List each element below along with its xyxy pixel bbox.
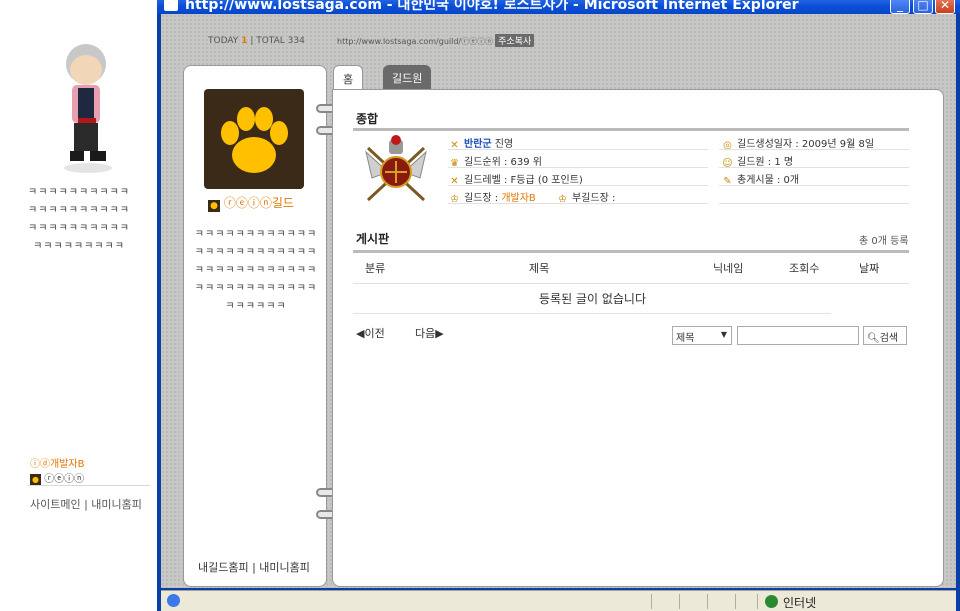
profile-text-line: ㅋㅋㅋㅋㅋㅋㅋㅋㅋㅋ (28, 187, 130, 198)
board-title: 게시판 (356, 232, 390, 246)
row-divider (719, 149, 909, 150)
ie-icon (164, 0, 178, 11)
today-label: TODAY (208, 36, 239, 46)
empty-message: 등록된 글이 없습니다 (539, 292, 646, 306)
search-button[interactable]: 🔍︎검색 (863, 326, 907, 345)
guild-emblem (204, 89, 304, 189)
page-content: TODAY 1 | TOTAL 334 http://www.lostsaga.… (161, 14, 956, 588)
guild-paw-icon: ● (30, 474, 41, 485)
search-icon: 🔍︎ (867, 333, 880, 344)
maximize-button[interactable]: □ (913, 0, 933, 14)
status-divider (679, 594, 680, 609)
guild-intro: ㅋㅋㅋㅋㅋㅋㅋㅋㅋㅋㅋㅋ ㅋㅋㅋㅋㅋㅋㅋㅋㅋㅋㅋㅋ ㅋㅋㅋㅋㅋㅋㅋㅋㅋㅋㅋㅋ ㅋ… (194, 226, 318, 316)
row-divider (448, 149, 708, 150)
row-divider (448, 167, 708, 168)
intro-line: ㅋㅋㅋㅋㅋㅋㅋㅋㅋㅋㅋㅋ (194, 265, 318, 276)
paw-small-icon: ● (208, 200, 220, 212)
column-header-category[interactable]: 분류 (365, 260, 385, 276)
row-divider (353, 313, 831, 314)
row-divider (448, 185, 708, 186)
minimize-button[interactable]: _ (890, 0, 910, 14)
row-divider (719, 203, 909, 204)
row-divider (719, 185, 909, 186)
card-footer-links[interactable]: 내길드홈피 | 내미니홈피 (198, 559, 310, 575)
total-count: 334 (287, 36, 305, 46)
character-avatar (64, 44, 112, 173)
profile-sidebar: ㅋㅋㅋㅋㅋㅋㅋㅋㅋㅋ ㅋㅋㅋㅋㅋㅋㅋㅋㅋㅋ ㅋㅋㅋㅋㅋㅋㅋㅋㅋㅋ ㅋㅋㅋㅋㅋㅋㅋ… (0, 0, 160, 611)
guild-card: ● ⓡⓔⓘⓝ길드 ㅋㅋㅋㅋㅋㅋㅋㅋㅋㅋㅋㅋ ㅋㅋㅋㅋㅋㅋㅋㅋㅋㅋㅋㅋ ㅋㅋㅋㅋㅋ… (183, 65, 327, 587)
close-button[interactable]: ✕ (935, 0, 955, 14)
prev-page-link[interactable]: ◀이전 (356, 325, 385, 341)
row-divider (719, 167, 909, 168)
search-field-value: 제목 (676, 333, 695, 344)
owner-badge-icon: ⓘⓓ (30, 459, 50, 470)
intro-line: ㅋㅋㅋㅋㅋㅋㅋㅋㅋㅋㅋㅋ (194, 283, 318, 294)
status-bar: 인터넷 (161, 590, 956, 611)
column-header-title[interactable]: 제목 (529, 260, 549, 276)
browser-window: http://www.lostsaga.com - 대한민국 이야호! 로스트사… (157, 0, 960, 611)
summary-title: 종합 (356, 112, 379, 126)
owner-name: 개발자B (50, 459, 85, 470)
column-header-date[interactable]: 날짜 (859, 260, 879, 276)
guild-line[interactable]: ● ⓡⓔⓘⓝ (30, 470, 84, 485)
header-divider (353, 283, 909, 284)
column-header-nickname[interactable]: 닉네임 (713, 260, 743, 276)
profile-links[interactable]: 사이트메인 | 내미니홈피 (30, 496, 142, 512)
globe-icon (765, 595, 778, 608)
guild-name: ⓡⓔⓘⓝ (44, 474, 85, 485)
board-divider (353, 250, 909, 253)
summary-divider (353, 128, 909, 131)
profile-text-line: ㅋㅋㅋㅋㅋㅋㅋㅋㅋㅋ (28, 223, 130, 234)
main-panel: 종합 ✕ 반란군 진영 ♛ 길드순위 : 639 위 ✕ 길드레벨: F등급 … (332, 89, 944, 587)
status-divider (651, 594, 652, 609)
intro-line: ㅋㅋㅋㅋㅋㅋㅋㅋㅋㅋㅋㅋ (194, 247, 318, 258)
paw-icon (221, 107, 288, 173)
visit-counter: TODAY 1 | TOTAL 334 (208, 36, 305, 46)
guild-url: http://www.lostsaga.com/guild/ⓡⓔⓘⓝ 주소복사 (337, 34, 535, 47)
owner-line[interactable]: ⓘⓓ개발자B (30, 455, 84, 470)
intro-line: ㅋㅋㅋㅋㅋㅋㅋㅋㅋㅋㅋㅋ (194, 229, 318, 240)
profile-text-line: ㅋㅋㅋㅋㅋㅋㅋㅋㅋ (33, 241, 125, 252)
zone-label: 인터넷 (783, 596, 817, 610)
board-total: 총 0개 등록 (859, 236, 909, 247)
today-count: 1 (241, 36, 248, 46)
column-header-views[interactable]: 조회수 (789, 260, 819, 276)
chevron-down-icon: ▼ (720, 330, 727, 339)
profile-text-line: ㅋㅋㅋㅋㅋㅋㅋㅋㅋㅋ (28, 205, 130, 216)
search-button-label: 검색 (879, 333, 899, 344)
search-field-select[interactable]: 제목 ▼ (672, 326, 732, 345)
intro-line: ㅋㅋㅋㅋㅋㅋ (225, 301, 287, 312)
status-divider (707, 594, 708, 609)
copy-url-button[interactable]: 주소복사 (495, 34, 535, 47)
title-bar: http://www.lostsaga.com - 대한민국 이야호! 로스트사… (157, 0, 960, 14)
status-divider (757, 594, 758, 609)
total-label: TOTAL (256, 36, 285, 46)
faction-emblem-icon (365, 135, 427, 202)
guild-title: ● ⓡⓔⓘⓝ길드 (208, 194, 294, 212)
tab-home[interactable]: 홈 (333, 65, 364, 90)
tab-members[interactable]: 길드원 (383, 65, 432, 90)
page-icon (167, 594, 180, 607)
row-divider (448, 203, 708, 204)
divider (28, 485, 150, 486)
status-divider (735, 594, 736, 609)
guild-title-text: ⓡⓔⓘⓝ길드 (223, 196, 294, 210)
search-input[interactable] (737, 326, 859, 345)
url-text: http://www.lostsaga.com/guild/ⓡⓔⓘⓝ (337, 37, 494, 46)
next-page-link[interactable]: 다음▶ (415, 325, 444, 341)
